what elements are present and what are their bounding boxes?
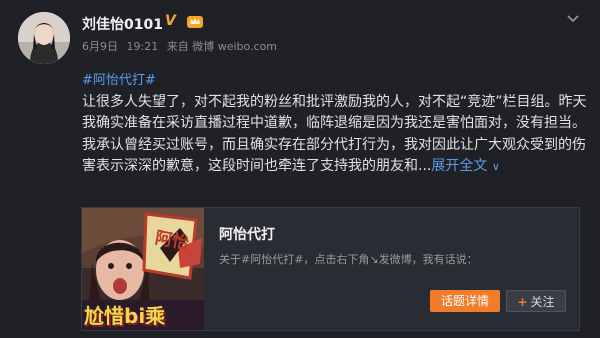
crown-icon <box>187 16 203 28</box>
post-time[interactable]: 19:21 <box>127 40 159 53</box>
post-body: 让很多人失望了，对不起我的粉丝和批评激励我的人，对不起“竞迹”栏目组。昨天我确实… <box>82 92 592 178</box>
post-date[interactable]: 6月9日 <box>82 40 118 53</box>
post-source[interactable]: 来自 微博 weibo.com <box>167 40 277 53</box>
post-paragraph-text: 我承认曾经买过账号，而且确实存在部分代打行为，我对因此让广大观众受到的伤害表示深… <box>82 137 586 174</box>
post-paragraph: 我承认曾经买过账号，而且确实存在部分代打行为，我对因此让广大观众受到的伤害表示深… <box>82 135 592 177</box>
topic-thumbnail[interactable]: 阿怡 尬惜bi乘 <box>82 208 204 330</box>
card-title[interactable]: 阿怡代打 <box>219 224 275 244</box>
topic-card[interactable]: 阿怡 尬惜bi乘 阿怡代打 关于#阿怡代打#，点击右下角↘发微博，我有话说： 话… <box>81 207 580 331</box>
avatar[interactable] <box>18 12 70 64</box>
expand-full-text-link[interactable]: 展开全文 <box>431 158 487 174</box>
hashtag-link[interactable]: #阿怡代打# <box>82 69 156 88</box>
follow-button[interactable]: + 关注 <box>506 290 566 312</box>
username[interactable]: 刘佳怡0101 <box>82 14 163 34</box>
thumbnail-text-bottom: 尬惜bi乘 <box>84 304 166 328</box>
follow-button-label: 关注 <box>530 295 555 309</box>
post-paragraph: 让很多人失望了，对不起我的粉丝和批评激励我的人，对不起“竞迹”栏目组。昨天我确实… <box>82 94 587 131</box>
verified-badge-icon: V <box>165 13 176 29</box>
chevron-down-icon[interactable] <box>566 14 580 24</box>
card-description: 关于#阿怡代打#，点击右下角↘发微博，我有话说： <box>219 253 478 266</box>
expand-chevron-icon[interactable]: ∨ <box>492 160 500 173</box>
topic-details-button[interactable]: 话题详情 <box>430 290 500 312</box>
weibo-post: 刘佳怡0101 V 6月9日 19:21 来自 微博 weibo.com #阿怡… <box>0 0 600 338</box>
plus-icon: + <box>517 295 528 309</box>
post-meta: 6月9日 19:21 来自 微博 weibo.com <box>82 38 282 54</box>
